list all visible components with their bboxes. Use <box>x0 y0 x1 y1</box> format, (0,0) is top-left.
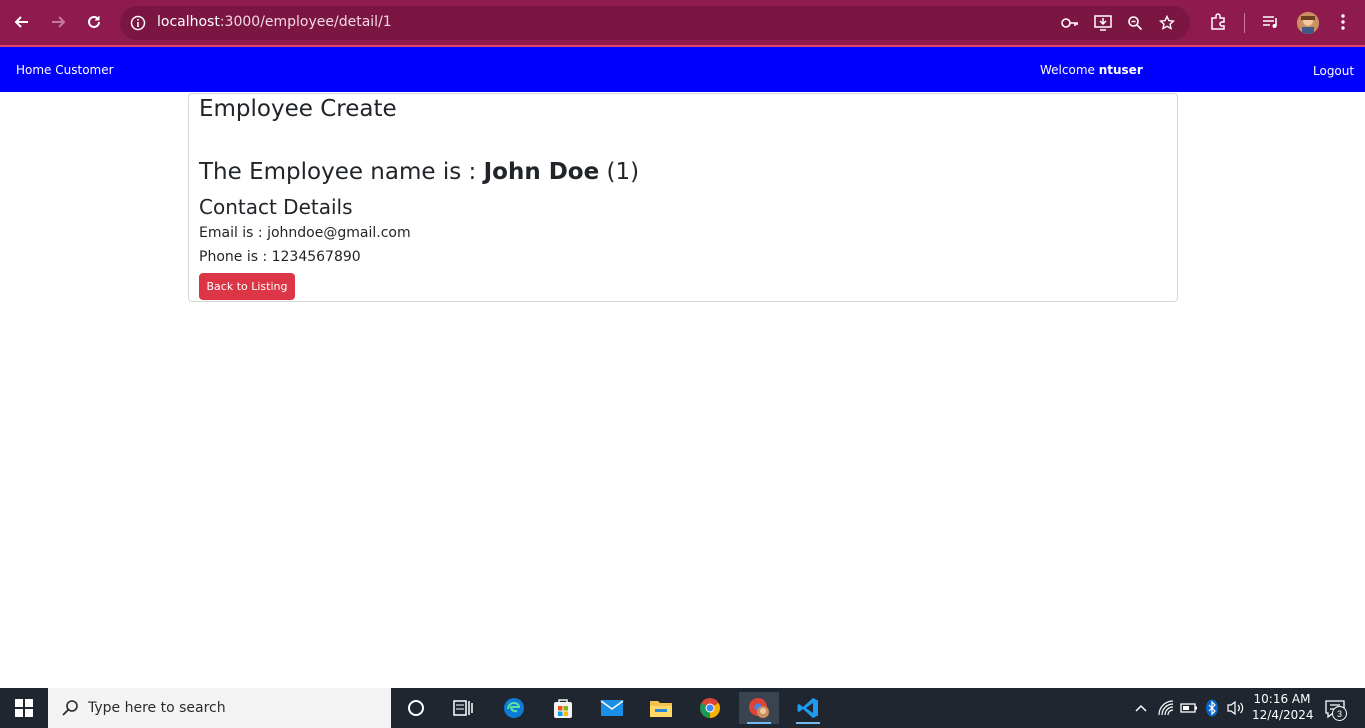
employee-name: John Doe <box>483 159 600 185</box>
employee-detail-card: Employee Create The Employee name is : J… <box>188 93 1178 302</box>
site-info-icon[interactable] <box>128 13 148 33</box>
bluetooth-icon[interactable] <box>1202 698 1222 718</box>
clock-date: 12/4/2024 <box>1252 708 1314 722</box>
employee-name-heading: The Employee name is : John Doe (1) <box>199 159 639 185</box>
zoom-icon[interactable] <box>1125 13 1145 33</box>
employee-name-prefix: The Employee name is : <box>199 159 477 185</box>
search-icon <box>60 698 80 718</box>
employee-id: (1) <box>606 159 640 185</box>
windows-start-icon[interactable] <box>0 688 48 728</box>
extensions-icon[interactable] <box>1206 10 1230 34</box>
clock-time: 10:16 AM <box>1253 692 1311 706</box>
running-app-indicator <box>796 722 820 724</box>
url-host: localhost <box>157 14 220 30</box>
edge-icon[interactable] <box>494 692 534 724</box>
username: ntuser <box>1098 63 1143 77</box>
task-view-icon[interactable] <box>443 692 483 724</box>
store-icon[interactable] <box>543 692 583 724</box>
password-key-icon[interactable] <box>1060 13 1080 33</box>
app-navbar: Home Customer Welcome ntuser Logout <box>0 47 1365 92</box>
browser-toolbar: localhost:3000/employee/detail/1 <box>0 0 1365 47</box>
cortana-icon[interactable] <box>396 692 436 724</box>
install-app-icon[interactable] <box>1093 13 1113 33</box>
bookmark-star-icon[interactable] <box>1157 13 1177 33</box>
battery-icon[interactable] <box>1179 698 1199 718</box>
back-to-listing-button[interactable]: Back to Listing <box>199 273 295 300</box>
toolbar-divider <box>1244 13 1245 33</box>
profile-avatar[interactable] <box>1297 12 1319 34</box>
file-explorer-icon[interactable] <box>641 692 681 724</box>
notification-count-badge: 3 <box>1332 706 1347 721</box>
home-customer-link[interactable]: Home Customer <box>16 63 114 77</box>
media-queue-icon[interactable] <box>1259 10 1283 34</box>
url-path: :3000/employee/detail/1 <box>219 14 392 30</box>
page-title: Employee Create <box>199 96 397 122</box>
chrome-profile-icon[interactable] <box>739 692 779 724</box>
employee-phone: Phone is : 1234567890 <box>199 249 361 265</box>
welcome-prefix: Welcome <box>1040 63 1095 77</box>
notification-center-icon[interactable]: 3 <box>1322 696 1348 722</box>
reload-icon[interactable] <box>80 8 108 36</box>
welcome-message: Welcome ntuser <box>1040 63 1143 77</box>
search-placeholder: Type here to search <box>88 700 226 716</box>
logout-link[interactable]: Logout <box>1313 64 1354 78</box>
taskbar-clock[interactable]: 10:16 AM 12/4/2024 <box>1252 691 1314 723</box>
windows-taskbar: Type here to search 10:16 AM 12/4/2024 3 <box>0 688 1365 728</box>
address-bar[interactable]: localhost:3000/employee/detail/1 <box>120 6 1190 40</box>
volume-icon[interactable] <box>1226 698 1246 718</box>
browser-menu-icon[interactable] <box>1331 10 1355 34</box>
url-text[interactable]: localhost:3000/employee/detail/1 <box>157 14 392 30</box>
taskbar-search-box[interactable]: Type here to search <box>48 688 391 728</box>
mail-icon[interactable] <box>592 692 632 724</box>
back-arrow-icon[interactable] <box>8 8 36 36</box>
active-app-indicator <box>747 722 771 724</box>
show-hidden-icons-chevron-icon[interactable] <box>1131 698 1151 718</box>
forward-arrow-icon[interactable] <box>44 8 72 36</box>
vscode-icon[interactable] <box>788 692 828 724</box>
contact-details-heading: Contact Details <box>199 195 353 219</box>
wifi-icon[interactable] <box>1156 698 1176 718</box>
employee-email: Email is : johndoe@gmail.com <box>199 225 411 241</box>
chrome-icon[interactable] <box>690 692 730 724</box>
